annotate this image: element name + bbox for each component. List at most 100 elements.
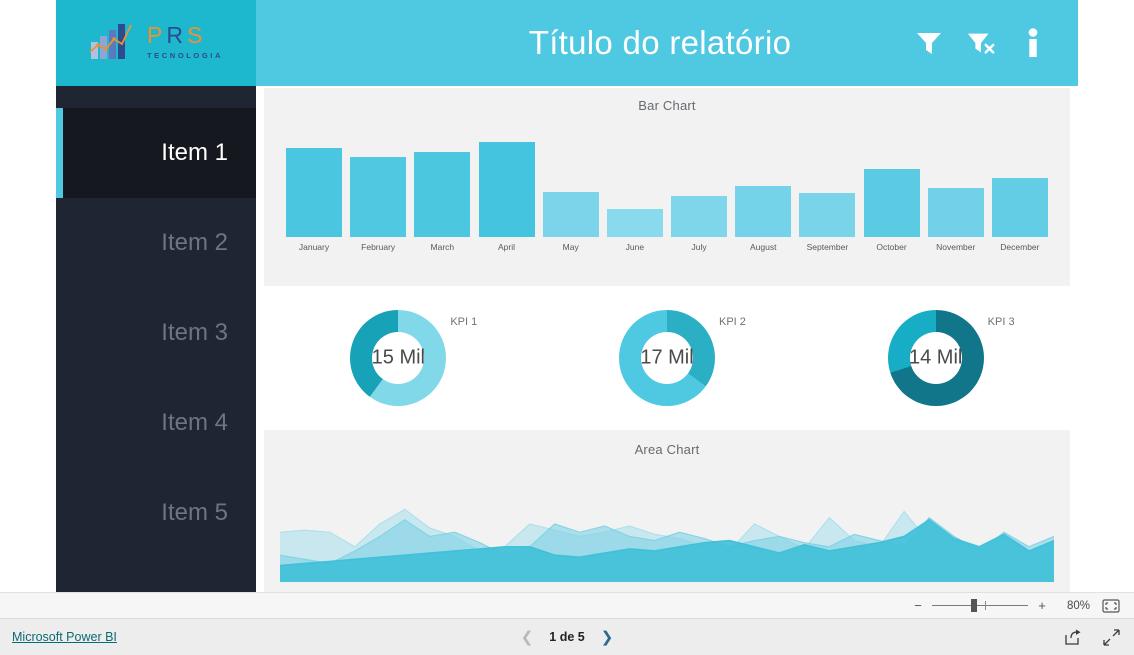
bar-column[interactable]: March: [414, 151, 471, 252]
zoom-slider-tick: [984, 601, 986, 610]
bar[interactable]: [927, 188, 984, 237]
bar[interactable]: [350, 157, 407, 237]
clear-filter-icon[interactable]: [966, 26, 996, 60]
logo-inner: PRS TECNOLOGIA: [89, 22, 223, 60]
bar-category-label: January: [298, 242, 330, 252]
bar-column[interactable]: November: [927, 188, 984, 252]
sidebar-item-label: Item 4: [161, 409, 228, 436]
kpi-row: 15 Mil KPI 1 17 Mil KPI 2 14 Mil KPI 3: [264, 296, 1070, 420]
report-content: Bar Chart January February March April May Ju…: [256, 86, 1078, 592]
bar-category-label: October: [876, 242, 907, 252]
bar-column[interactable]: January: [286, 148, 342, 252]
bar-column[interactable]: February: [350, 157, 407, 252]
bar-chart-logo-icon: [89, 24, 132, 59]
bar-category-label: June: [625, 242, 645, 252]
share-icon[interactable]: [1064, 629, 1081, 646]
chevron-left-icon[interactable]: ❮: [521, 628, 534, 646]
report-footer: Microsoft Power BI ❮ 1 de 5 ❯: [0, 619, 1134, 655]
sidebar-item-4[interactable]: Item 4: [56, 378, 256, 468]
logo-letter-p: P: [147, 22, 167, 48]
logo-wordmark: PRS: [147, 24, 206, 47]
page-title: Título do relatório: [528, 24, 792, 61]
header-actions: [914, 26, 1078, 60]
report-header: Título do relatório: [256, 0, 1078, 86]
bar-chart-title: Bar Chart: [638, 98, 696, 113]
bar-column[interactable]: April: [478, 141, 535, 252]
brand-logo: PRS TECNOLOGIA: [56, 0, 256, 86]
sidebar-item-1[interactable]: Item 1: [56, 108, 256, 198]
bar-chart-plot: January February March April May June July Augu…: [286, 126, 1048, 252]
area-chart-title: Area Chart: [634, 442, 700, 457]
zoom-in-button[interactable]: +: [1036, 599, 1048, 612]
bar-category-label: November: [936, 242, 976, 252]
logo-tagline: TECNOLOGIA: [147, 51, 223, 60]
kpi-visual-group: 15 Mil KPI 1 17 Mil KPI 2 14 Mil KPI 3: [264, 290, 1070, 426]
bar[interactable]: [671, 195, 728, 237]
sidebar-item-label: Item 1: [161, 139, 228, 166]
sidebar-item-2[interactable]: Item 2: [56, 198, 256, 288]
bar-category-label: April: [498, 242, 516, 252]
kpi-value: 17 Mil: [640, 346, 694, 369]
bar[interactable]: [991, 177, 1048, 237]
report-canvas: PRS TECNOLOGIA Título do relatório Item …: [0, 0, 1134, 592]
zoom-slider[interactable]: [932, 599, 1028, 612]
bar-column[interactable]: May: [542, 191, 599, 252]
kpi-value: 15 Mil: [371, 346, 426, 369]
kpi-value: 14 Mil: [908, 346, 963, 369]
page-indicator: 1 de 5: [549, 630, 585, 644]
area-chart-visual[interactable]: Area Chart: [264, 430, 1070, 592]
bar[interactable]: [735, 186, 792, 237]
bar-category-label: March: [430, 242, 455, 252]
bar[interactable]: [606, 208, 663, 237]
bar-chart-visual[interactable]: Bar Chart January February March April May Ju…: [264, 88, 1070, 286]
bar-column[interactable]: August: [735, 186, 792, 252]
kpi-card-1[interactable]: 15 Mil KPI 1: [264, 310, 533, 406]
bar-category-label: February: [361, 242, 396, 252]
bar-category-label: September: [806, 242, 849, 252]
logo-letter-s: S: [186, 22, 207, 48]
sidebar-item-label: Item 5: [161, 499, 228, 526]
microsoft-power-bi-link[interactable]: Microsoft Power BI: [12, 630, 117, 644]
zoom-statusbar: − + 80%: [0, 592, 1134, 619]
bar[interactable]: [286, 148, 342, 237]
bar-category-label: July: [691, 242, 707, 252]
fullscreen-icon[interactable]: [1103, 628, 1120, 646]
area-chart-plot: [280, 466, 1054, 582]
bar-column[interactable]: December: [991, 177, 1048, 252]
info-icon[interactable]: [1018, 26, 1048, 60]
bar-column[interactable]: October: [863, 168, 920, 252]
bar[interactable]: [863, 168, 920, 237]
kpi-card-2[interactable]: 17 Mil KPI 2: [533, 310, 802, 406]
bar[interactable]: [542, 191, 599, 237]
kpi-card-3[interactable]: 14 Mil KPI 3: [801, 310, 1070, 406]
zoom-slider-handle[interactable]: [971, 599, 978, 612]
bar-category-label: December: [1000, 242, 1040, 252]
page-navigator: ❮ 1 de 5 ❯: [521, 628, 614, 646]
kpi-label: KPI 2: [719, 316, 746, 328]
fit-to-page-icon[interactable]: [1102, 598, 1120, 613]
zoom-out-button[interactable]: −: [912, 599, 924, 612]
zoom-control: − +: [912, 599, 1048, 612]
bar[interactable]: [478, 141, 535, 237]
sidebar-item-label: Item 3: [161, 319, 228, 346]
logo-letter-r: R: [166, 22, 187, 48]
kpi-label: KPI 1: [450, 316, 478, 328]
chevron-right-icon[interactable]: ❯: [601, 628, 614, 646]
zoom-level-label: 80%: [1066, 599, 1090, 612]
bar-column[interactable]: June: [606, 208, 663, 252]
filter-icon[interactable]: [914, 26, 944, 60]
bar-category-label: August: [749, 242, 777, 252]
bar[interactable]: [414, 151, 471, 237]
kpi-label: KPI 3: [987, 316, 1015, 328]
logo-text: PRS TECNOLOGIA: [147, 24, 223, 61]
power-bi-report-viewer: PRS TECNOLOGIA Título do relatório Item …: [0, 0, 1134, 655]
bar[interactable]: [799, 192, 856, 237]
sidebar-item-label: Item 2: [161, 229, 228, 256]
footer-actions: [1064, 628, 1120, 646]
bar-column[interactable]: July: [671, 195, 728, 252]
sidebar-item-5[interactable]: Item 5: [56, 468, 256, 558]
sidebar-nav: Item 1 Item 2 Item 3 Item 4 Item 5: [56, 86, 256, 592]
bar-category-label: May: [562, 242, 579, 252]
sidebar-item-3[interactable]: Item 3: [56, 288, 256, 378]
bar-column[interactable]: September: [799, 192, 856, 252]
